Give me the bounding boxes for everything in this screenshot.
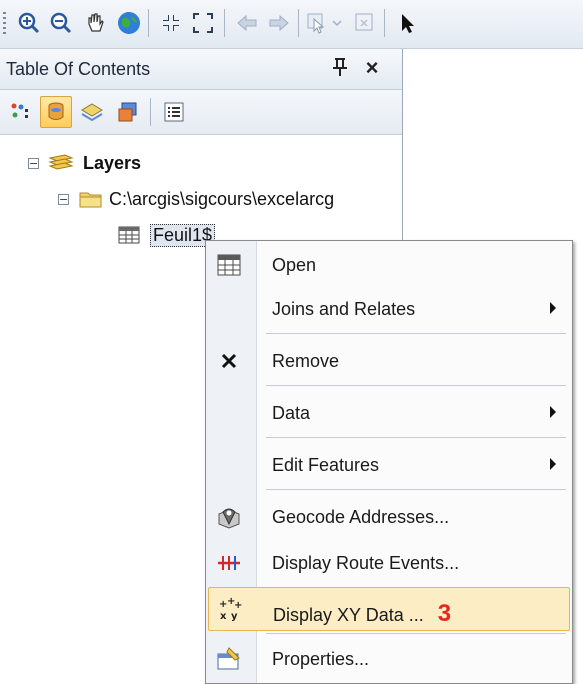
menu-item-joins-and-relates[interactable]: Joins and Relates [208, 287, 570, 331]
toolbar-separator [150, 98, 151, 126]
menu-separator [266, 633, 566, 634]
menu-item-open[interactable]: Open [208, 243, 570, 287]
clear-selection-icon[interactable] [350, 8, 380, 38]
menu-item-label: Display Route Events... [272, 553, 460, 573]
close-icon[interactable]: × [360, 55, 384, 81]
menu-item-data[interactable]: Data [208, 391, 570, 435]
layers-stack-icon [47, 152, 75, 174]
menu-item-display-route-events[interactable]: Display Route Events... [208, 541, 570, 585]
svg-text:+: + [234, 600, 242, 611]
list-by-visibility-icon[interactable] [76, 96, 108, 128]
list-by-selection-icon[interactable] [112, 96, 144, 128]
toolbar-separator [298, 9, 299, 37]
menu-separator [266, 333, 566, 334]
menu-item-label: Joins and Relates [272, 299, 416, 319]
table-icon [118, 226, 140, 244]
layers-label: Layers [83, 152, 142, 173]
menu-item-label: Edit Features [272, 455, 380, 475]
table-icon [214, 250, 244, 280]
fixed-zoom-in-icon[interactable] [156, 8, 186, 38]
full-extent-icon[interactable] [114, 8, 144, 38]
xy-data-icon: + + + x y [215, 595, 245, 625]
folder-icon [79, 189, 103, 209]
menu-item-display-xy-data[interactable]: + + + x y Display XY Data ... 3 [208, 587, 570, 631]
collapse-icon[interactable]: − [28, 157, 39, 169]
zoom-in-icon[interactable] [14, 8, 44, 38]
menu-separator [266, 437, 566, 438]
toolbar-separator [148, 9, 149, 37]
step-annotation: 3 [437, 600, 452, 627]
fixed-zoom-out-icon[interactable] [188, 8, 218, 38]
menu-separator [266, 489, 566, 490]
collapse-icon[interactable]: − [58, 193, 69, 205]
menu-item-edit-features[interactable]: Edit Features [208, 443, 570, 487]
pan-icon[interactable] [80, 8, 110, 38]
folder-path-label: C:\arcgis\sigcours\excelarcg [109, 188, 335, 209]
pin-icon[interactable] [328, 57, 352, 81]
menu-item-label: Geocode Addresses... [272, 507, 450, 527]
toc-title: Table Of Contents [6, 59, 151, 79]
main-toolbar [0, 0, 583, 49]
svg-text:y: y [231, 611, 238, 622]
options-icon[interactable] [158, 96, 190, 128]
menu-item-remove[interactable]: Remove [208, 339, 570, 383]
toc-title-bar: Table Of Contents × [0, 49, 402, 90]
toolbar-separator [224, 9, 225, 37]
properties-icon [214, 644, 244, 674]
route-events-icon [214, 548, 244, 578]
menu-separator [266, 385, 566, 386]
back-icon[interactable] [232, 8, 262, 38]
tree-node-table[interactable]: Feuil1$ [118, 222, 216, 248]
list-by-drawing-order-icon[interactable] [6, 96, 38, 128]
chevron-down-icon[interactable] [330, 8, 344, 38]
tree-node-folder[interactable]: − C:\arcgis\sigcours\excelarcg [58, 186, 334, 212]
zoom-out-icon[interactable] [46, 8, 76, 38]
remove-x-icon [214, 346, 244, 376]
geocode-icon [214, 502, 244, 532]
menu-item-label: Properties... [272, 649, 370, 669]
svg-text:x: x [220, 611, 227, 622]
submenu-arrow-icon [550, 458, 556, 470]
menu-item-label: Remove [272, 351, 340, 371]
menu-item-label: Display XY Data ... 3 [273, 600, 452, 627]
list-by-source-icon[interactable] [40, 96, 72, 128]
menu-item-geocode-addresses[interactable]: Geocode Addresses... [208, 495, 570, 539]
menu-item-label: Data [272, 403, 311, 423]
submenu-arrow-icon [550, 406, 556, 418]
forward-icon[interactable] [264, 8, 294, 38]
submenu-arrow-icon [550, 302, 556, 314]
context-menu: Open Joins and Relates Remove Data Edit … [205, 240, 573, 684]
select-elements-icon[interactable] [392, 8, 422, 38]
tree-node-layers[interactable]: − Layers [28, 150, 141, 176]
toolbar-grip[interactable] [3, 12, 6, 34]
toolbar-separator [384, 9, 385, 37]
menu-item-label: Open [272, 255, 317, 275]
toc-toolbar [0, 90, 402, 135]
menu-item-properties[interactable]: Properties... [208, 637, 570, 681]
